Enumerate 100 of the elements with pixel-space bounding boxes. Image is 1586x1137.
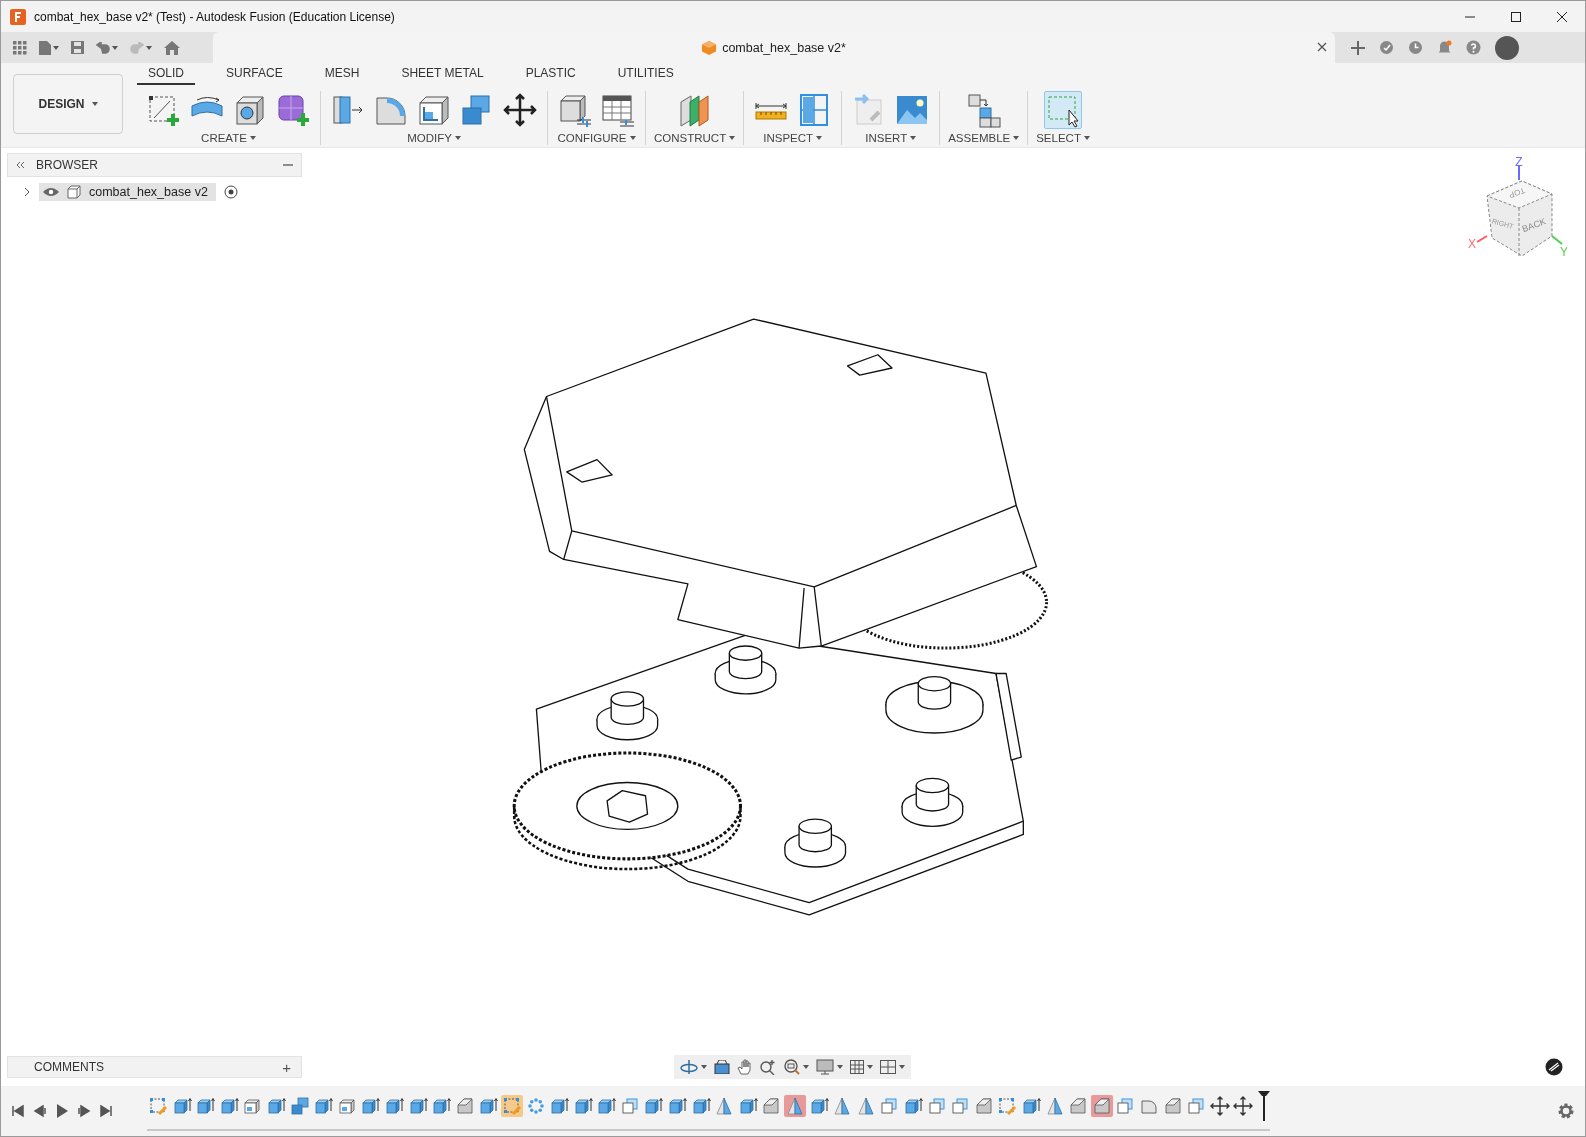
home-icon: [164, 40, 180, 55]
monitor-icon: [816, 1059, 834, 1075]
settings-icon[interactable]: [1557, 1102, 1575, 1120]
hand-icon: [737, 1059, 753, 1075]
move-icon: [1233, 1096, 1254, 1116]
display-settings-button[interactable]: [816, 1059, 843, 1075]
file-icon: [39, 40, 51, 55]
group-menu-button[interactable]: MODIFY: [407, 132, 461, 144]
skip-end-icon: [99, 1104, 113, 1118]
sketch-icon: [997, 1096, 1018, 1116]
orbit-icon: [680, 1060, 698, 1074]
extrude-icon: [1020, 1096, 1041, 1116]
extrude-icon: [737, 1096, 758, 1116]
timeline-feature[interactable]: [1232, 1095, 1255, 1117]
grid-settings-button[interactable]: [850, 1060, 873, 1074]
caret-icon: [803, 1065, 809, 1069]
next-button[interactable]: [77, 1104, 91, 1118]
extrude-icon: [195, 1096, 216, 1116]
chamfer-icon: [454, 1096, 475, 1116]
caret-icon: [112, 45, 118, 50]
move-tool-button[interactable]: [501, 91, 539, 129]
close-icon[interactable]: [1317, 42, 1327, 52]
viewports-button[interactable]: [880, 1060, 905, 1074]
eye-icon: [43, 187, 59, 197]
ribbon-tab[interactable]: UTILITIES: [606, 66, 685, 85]
body-icon: [1115, 1096, 1136, 1116]
step-back-icon: [33, 1104, 47, 1118]
caret-icon: [146, 45, 152, 50]
bell-icon[interactable]: [1437, 40, 1452, 55]
play-button[interactable]: [55, 1104, 69, 1118]
group-menu-button[interactable]: INSERT: [865, 132, 917, 144]
plane-icon: [714, 1096, 735, 1116]
first-button[interactable]: [11, 1104, 25, 1118]
caret-icon: [629, 136, 636, 140]
caret-icon: [837, 1065, 843, 1069]
previous-button[interactable]: [33, 1104, 47, 1118]
new-tab-icon[interactable]: [1351, 40, 1365, 55]
caret-icon: [1083, 136, 1090, 140]
extrude-icon: [218, 1096, 239, 1116]
look-at-button[interactable]: [714, 1060, 730, 1074]
extrude-icon: [383, 1096, 404, 1116]
shell-icon: [336, 1096, 357, 1116]
extrude-icon: [431, 1096, 452, 1116]
zoom-fit-button[interactable]: [784, 1059, 809, 1075]
collapse-icon[interactable]: [16, 161, 24, 169]
caret-icon: [1013, 136, 1020, 140]
browser-item[interactable]: combat_hex_base v2: [39, 183, 216, 201]
extrude-icon: [596, 1096, 617, 1116]
caret-icon: [454, 136, 461, 140]
ribbon-tab[interactable]: SURFACE: [215, 66, 294, 85]
group-menu-button[interactable]: INSPECT: [763, 132, 823, 144]
chamfer-icon: [1091, 1096, 1112, 1116]
caret-icon: [701, 1065, 707, 1069]
pan-button[interactable]: [737, 1059, 753, 1075]
group-menu-button[interactable]: CONFIGURE: [557, 132, 636, 144]
body-icon: [1186, 1096, 1207, 1116]
group-menu-button[interactable]: ASSEMBLE: [948, 132, 1020, 144]
close-icon: [1556, 10, 1568, 23]
select-tool-button[interactable]: [1044, 91, 1083, 129]
zoom-button[interactable]: [760, 1059, 777, 1075]
ribbon-tab[interactable]: PLASTIC: [514, 66, 587, 85]
zoom-fit-icon: [784, 1059, 800, 1075]
timeline-marker[interactable]: [1257, 1091, 1270, 1121]
workspace-dropdown[interactable]: DESIGN: [13, 74, 123, 134]
chamfer-icon: [973, 1096, 994, 1116]
ribbon-tab[interactable]: SOLID: [137, 66, 195, 85]
step-forward-icon: [77, 1104, 91, 1118]
last-button[interactable]: [99, 1104, 113, 1118]
window-title: combat_hex_base v2* (Test) - Autodesk Fusion (Education License): [34, 9, 396, 24]
ribbon-tab[interactable]: MESH: [313, 66, 371, 85]
extrude-icon: [313, 1096, 334, 1116]
activate-icon[interactable]: [223, 185, 238, 199]
orbit-button[interactable]: [680, 1060, 707, 1074]
document-title: combat_hex_base v2*: [722, 40, 846, 55]
shell-icon: [242, 1096, 263, 1116]
extrude-icon: [478, 1096, 499, 1116]
add-comment-button[interactable]: +: [282, 1058, 291, 1076]
ribbon-tab[interactable]: SHEET METAL: [390, 66, 495, 85]
job-status-icon[interactable]: [1379, 40, 1394, 55]
chevron-icon[interactable]: [23, 187, 31, 197]
group-menu-button[interactable]: SELECT: [1036, 132, 1090, 144]
caret-icon: [910, 136, 917, 140]
document-tab[interactable]: combat_hex_base v2*: [213, 32, 1335, 63]
group-menu-button[interactable]: CONSTRUCT: [654, 132, 736, 144]
chat-icon[interactable]: [1545, 1058, 1563, 1076]
joint-icon: [965, 92, 1002, 128]
user-avatar[interactable]: [1495, 35, 1519, 60]
body-icon: [950, 1096, 971, 1116]
component-icon: [67, 185, 81, 199]
sketch-icon: [148, 1096, 168, 1116]
extrude-icon: [171, 1096, 192, 1116]
comments-title: COMMENTS: [34, 1060, 104, 1074]
timeline-feature[interactable]: [1208, 1095, 1231, 1117]
clock-icon[interactable]: [1408, 40, 1423, 55]
group-menu-button[interactable]: CREATE: [201, 132, 256, 144]
caret-icon: [249, 136, 256, 140]
chamfer-icon: [1068, 1096, 1089, 1116]
skip-start-icon: [11, 1104, 25, 1118]
cube-icon: [702, 40, 717, 55]
help-icon[interactable]: [1466, 40, 1481, 55]
